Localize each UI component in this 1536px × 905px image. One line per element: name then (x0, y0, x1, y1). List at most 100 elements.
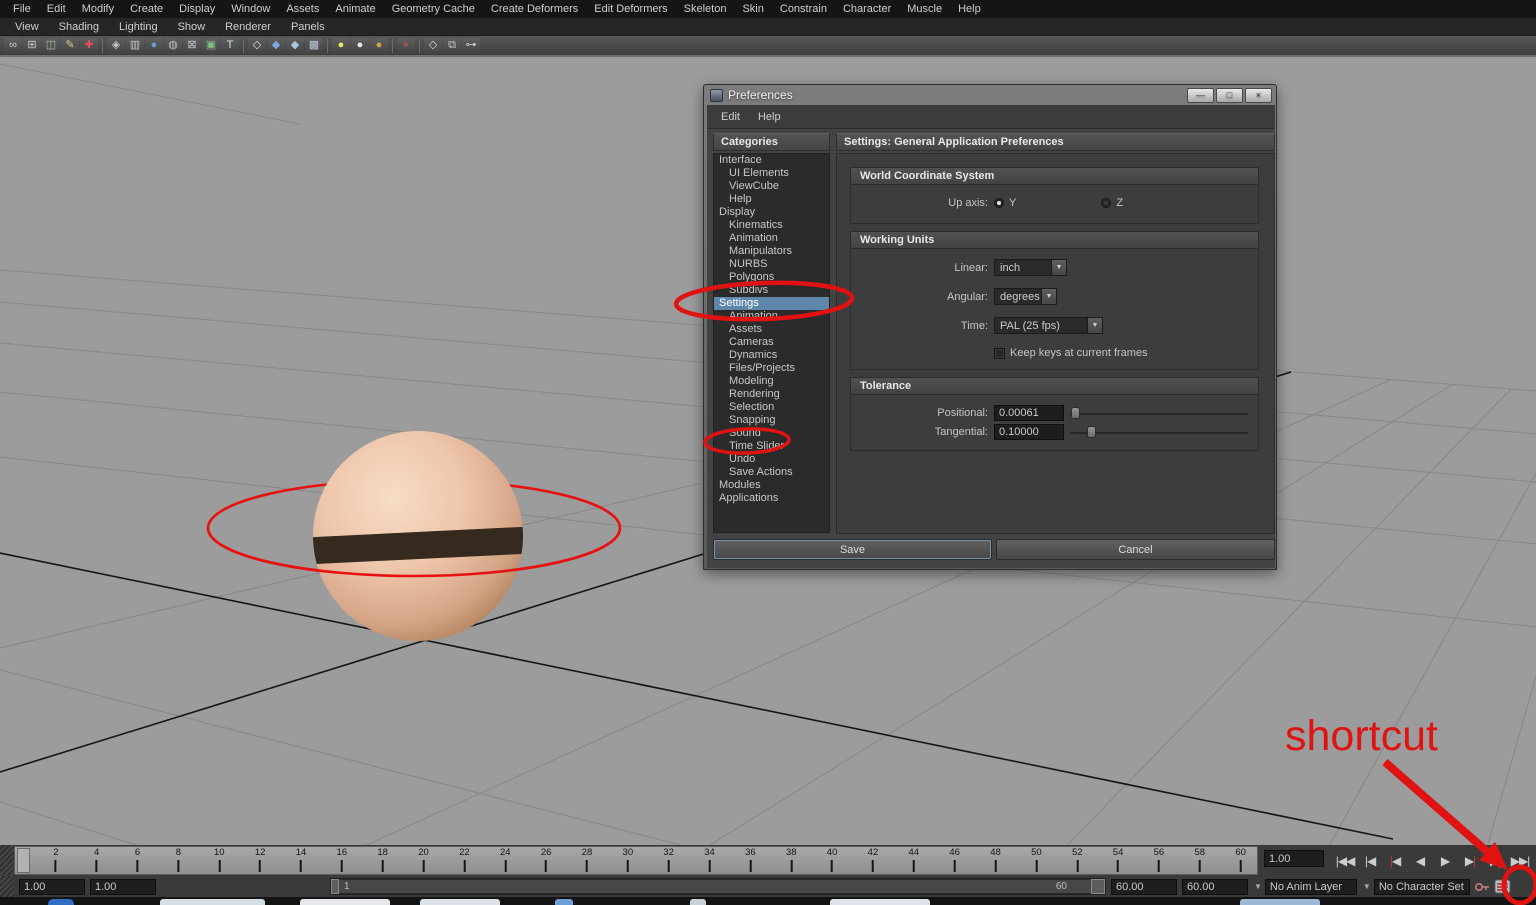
menu-help[interactable]: Help (951, 2, 988, 16)
character-set-field[interactable]: No Character Set (1374, 879, 1470, 895)
menu-file[interactable]: File (6, 2, 38, 16)
taskbar-button[interactable] (555, 899, 573, 905)
paint-palette-icon[interactable]: ✎ (61, 38, 79, 54)
tangential-slider[interactable] (1070, 425, 1250, 439)
panel-menu-lighting[interactable]: Lighting (110, 20, 167, 34)
current-time-field[interactable] (1264, 850, 1324, 867)
animation-preferences-icon[interactable] (1494, 879, 1511, 894)
menu-window[interactable]: Window (224, 2, 277, 16)
menu-edit-deformers[interactable]: Edit Deformers (587, 2, 674, 16)
light-gold-icon[interactable]: ● (370, 38, 388, 54)
category-item-assets[interactable]: Assets (714, 323, 829, 336)
time-dropdown[interactable]: PAL (25 fps) ▼ (994, 317, 1103, 334)
taskbar-button[interactable] (690, 899, 706, 905)
positional-field[interactable] (994, 405, 1064, 421)
wireframe-cube-icon[interactable]: ◇ (248, 38, 266, 54)
up-axis-z-radio[interactable] (1101, 198, 1111, 208)
range-end-handle[interactable] (1091, 879, 1105, 894)
light-yellow-icon[interactable]: ● (332, 38, 350, 54)
keep-keys-checkbox[interactable] (994, 348, 1005, 359)
start-orb-icon[interactable] (48, 899, 74, 905)
time-ruler[interactable]: 2468101214161820222426283032343638404244… (14, 846, 1258, 875)
menu-character[interactable]: Character (836, 2, 898, 16)
panel-menu-renderer[interactable]: Renderer (216, 20, 280, 34)
layout-panes-icon[interactable]: ⧉ (443, 38, 461, 54)
menu-assets[interactable]: Assets (279, 2, 326, 16)
anim-layer-caret-icon[interactable]: ▼ (1254, 882, 1262, 891)
menu-geometry-cache[interactable]: Geometry Cache (385, 2, 482, 16)
panel-menu-panels[interactable]: Panels (282, 20, 334, 34)
menu-create-deformers[interactable]: Create Deformers (484, 2, 585, 16)
menu-modify[interactable]: Modify (75, 2, 121, 16)
menu-edit[interactable]: Edit (40, 2, 73, 16)
taskbar-button[interactable] (1240, 899, 1320, 905)
category-item-polygons[interactable]: Polygons (714, 271, 829, 284)
step-forward-frame-button[interactable]: ▶| (1459, 851, 1481, 871)
linear-dropdown[interactable]: inch ▼ (994, 259, 1067, 276)
history-rings-icon[interactable]: ∞ (4, 38, 22, 54)
category-item-cameras[interactable]: Cameras (714, 336, 829, 349)
category-item-manipulators[interactable]: Manipulators (714, 245, 829, 258)
close-button[interactable]: × (1245, 88, 1272, 103)
range-start-handle[interactable] (331, 879, 339, 894)
go-to-end-button[interactable]: ▶▶| (1509, 851, 1531, 871)
checkered-sphere-icon[interactable]: ▩ (305, 38, 323, 54)
menu-display[interactable]: Display (172, 2, 222, 16)
positional-slider[interactable] (1070, 406, 1250, 420)
category-item-subdivs[interactable]: Subdivs (714, 284, 829, 297)
category-item-save-actions[interactable]: Save Actions (714, 466, 829, 479)
prefs-menu-help[interactable]: Help (750, 109, 789, 125)
snap-move-icon[interactable]: ✚ (80, 38, 98, 54)
category-item-sound[interactable]: Sound (714, 427, 829, 440)
cancel-button[interactable]: Cancel (996, 539, 1275, 560)
menu-constrain[interactable]: Constrain (773, 2, 834, 16)
category-item-rendering[interactable]: Rendering (714, 388, 829, 401)
taskbar-button[interactable] (420, 899, 500, 905)
tangential-field[interactable] (994, 424, 1064, 440)
timeline-grip[interactable] (0, 845, 14, 876)
menu-create[interactable]: Create (123, 2, 170, 16)
category-item-animation[interactable]: Animation (714, 232, 829, 245)
panel-menu-view[interactable]: View (6, 20, 48, 34)
checker-icon[interactable]: ⊠ (183, 38, 201, 54)
category-item-undo[interactable]: Undo (714, 453, 829, 466)
light-white-icon[interactable]: ● (351, 38, 369, 54)
category-item-applications[interactable]: Applications (714, 492, 829, 505)
animation-start-field[interactable] (19, 879, 85, 895)
play-backwards-button[interactable]: ◀ (1409, 851, 1431, 871)
up-axis-y-radio[interactable] (994, 198, 1004, 208)
category-item-settings[interactable]: Settings (714, 297, 829, 310)
cube-icon[interactable]: ◇ (424, 38, 442, 54)
render-globe-icon[interactable]: ● (145, 38, 163, 54)
ipr-render-icon[interactable]: ▣ (202, 38, 220, 54)
select-object-marquee-icon[interactable]: ⌖ (397, 38, 415, 54)
angular-dropdown[interactable]: degrees ▼ (994, 288, 1057, 305)
panel-menu-shading[interactable]: Shading (50, 20, 108, 34)
duplicate-rings-icon[interactable]: ⊞ (23, 38, 41, 54)
play-forward-button[interactable]: ▶ (1434, 851, 1456, 871)
render-region-icon[interactable]: ◍ (164, 38, 182, 54)
category-item-display[interactable]: Display (714, 206, 829, 219)
taskbar-button[interactable] (300, 899, 390, 905)
menu-animate[interactable]: Animate (328, 2, 382, 16)
go-to-start-button[interactable]: |◀◀ (1334, 851, 1356, 871)
linear-dropdown-arrow-icon[interactable]: ▼ (1052, 259, 1067, 276)
texture-t-icon[interactable]: T (221, 38, 239, 54)
save-button[interactable]: Save (713, 539, 992, 560)
category-item-viewcube[interactable]: ViewCube (714, 180, 829, 193)
step-forward-key-button[interactable]: ▶| (1484, 851, 1506, 871)
category-item-help[interactable]: Help (714, 193, 829, 206)
playback-end-field[interactable] (1111, 879, 1177, 895)
range-slider-bar[interactable] (332, 880, 1104, 893)
taskbar-button[interactable] (160, 899, 265, 905)
category-item-files-projects[interactable]: Files/Projects (714, 362, 829, 375)
range-slider-track[interactable]: 1 60 (330, 878, 1106, 895)
category-item-ui-elements[interactable]: UI Elements (714, 167, 829, 180)
film-strip-icon[interactable]: ▥ (126, 38, 144, 54)
category-item-nurbs[interactable]: NURBS (714, 258, 829, 271)
taskbar-button[interactable] (830, 899, 930, 905)
step-back-frame-button[interactable]: |◀ (1384, 851, 1406, 871)
reference-book-icon[interactable]: ◫ (42, 38, 60, 54)
step-back-key-button[interactable]: |◀ (1359, 851, 1381, 871)
prefs-menu-edit[interactable]: Edit (713, 109, 748, 125)
